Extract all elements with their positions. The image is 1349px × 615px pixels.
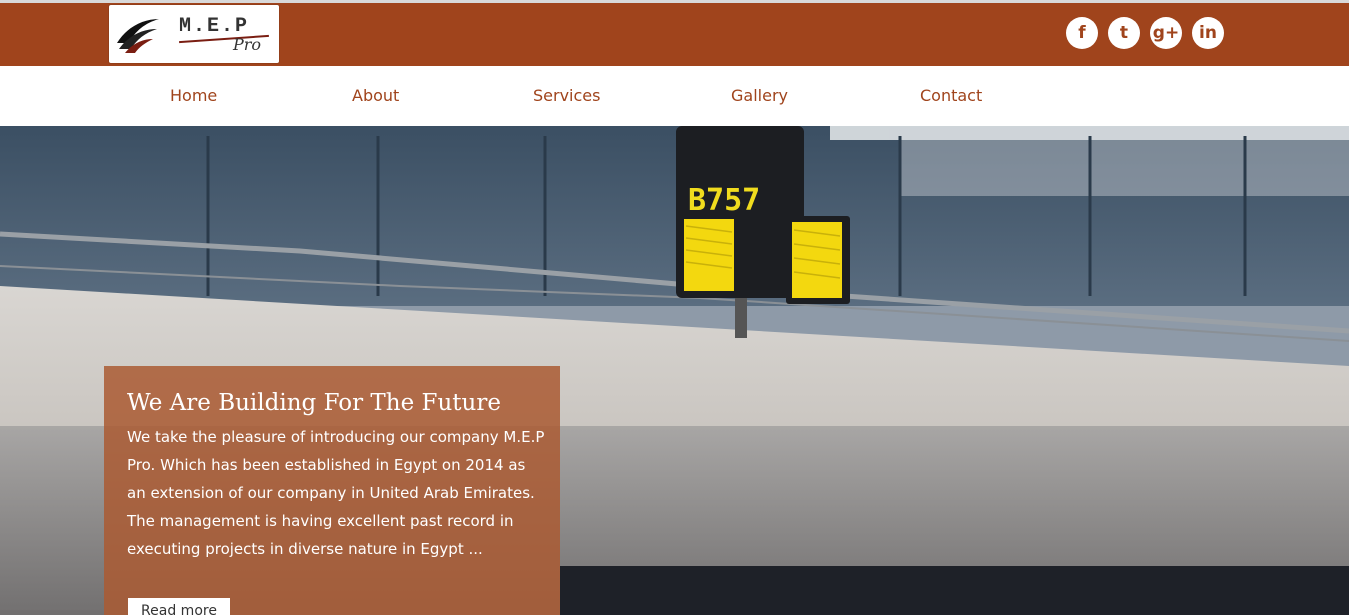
intro-card: We Are Building For The Future We take t… bbox=[104, 366, 560, 615]
site-logo[interactable]: M.E.P Pro bbox=[109, 5, 279, 63]
social-links: f t g+ in bbox=[1066, 17, 1224, 49]
nav-about[interactable]: About bbox=[352, 86, 399, 105]
gate-sign-text: B757 bbox=[688, 183, 760, 218]
intro-body: We take the pleasure of introducing our … bbox=[127, 428, 545, 558]
nav-home[interactable]: Home bbox=[170, 86, 217, 105]
logo-wing-icon bbox=[117, 19, 159, 53]
nav-gallery[interactable]: Gallery bbox=[731, 86, 788, 105]
facebook-icon[interactable]: f bbox=[1066, 17, 1098, 49]
hero-banner: B757 We Are Building For The Future We t… bbox=[0, 126, 1349, 615]
main-nav: Home About Services Gallery Contact bbox=[0, 66, 1349, 126]
linkedin-icon[interactable]: in bbox=[1192, 17, 1224, 49]
nav-contact[interactable]: Contact bbox=[920, 86, 982, 105]
twitter-icon[interactable]: t bbox=[1108, 17, 1140, 49]
logo-subtext: Pro bbox=[233, 35, 262, 54]
intro-title: We Are Building For The Future bbox=[127, 390, 501, 416]
nav-services[interactable]: Services bbox=[533, 86, 600, 105]
read-more-button[interactable]: Read more bbox=[128, 598, 230, 615]
google-plus-icon[interactable]: g+ bbox=[1150, 17, 1182, 49]
